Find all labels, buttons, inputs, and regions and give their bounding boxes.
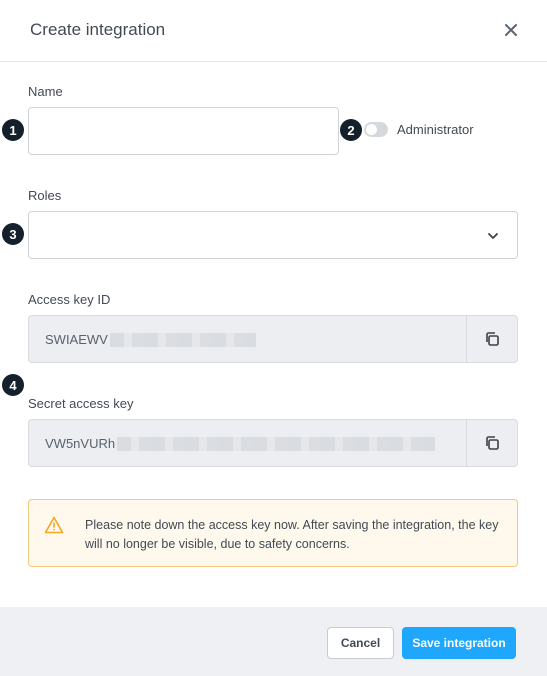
redacted-block xyxy=(117,436,436,451)
warning-text: Please note down the access key now. Aft… xyxy=(85,518,499,551)
roles-label: Roles xyxy=(28,188,62,203)
warning-triangle-icon xyxy=(44,516,64,534)
close-icon xyxy=(505,24,517,36)
save-integration-button[interactable]: Save integration xyxy=(402,627,516,659)
access-key-value: SWIAEWV xyxy=(45,332,256,347)
secret-key-label: Secret access key xyxy=(28,396,134,411)
name-input[interactable] xyxy=(28,107,339,155)
cancel-button[interactable]: Cancel xyxy=(327,627,394,659)
secret-key-text: VW5nVURh xyxy=(45,436,116,451)
copy-icon xyxy=(486,436,499,450)
access-key-field[interactable]: SWIAEWV xyxy=(28,315,518,363)
name-label: Name xyxy=(28,84,63,99)
redacted-block xyxy=(109,332,256,347)
access-key-label: Access key ID xyxy=(28,292,111,307)
secret-key-value: VW5nVURh xyxy=(45,436,436,451)
toggle-knob xyxy=(366,124,377,135)
dialog-header: Create integration xyxy=(0,0,547,62)
warning-callout: Please note down the access key now. Aft… xyxy=(28,499,518,567)
copy-access-key-button[interactable] xyxy=(466,316,517,362)
close-button[interactable] xyxy=(499,18,523,42)
access-key-text: SWIAEWV xyxy=(45,332,108,347)
step-badge-2: 2 xyxy=(340,119,362,141)
copy-icon xyxy=(486,332,499,346)
step-badge-3: 3 xyxy=(2,223,24,245)
administrator-label: Administrator xyxy=(397,122,474,137)
chevron-down-icon xyxy=(488,233,498,239)
copy-secret-key-button[interactable] xyxy=(466,420,517,466)
dialog-footer: Cancel Save integration xyxy=(0,607,547,676)
step-badge-4: 4 xyxy=(2,374,24,396)
dialog-title: Create integration xyxy=(30,20,166,39)
roles-select[interactable] xyxy=(28,211,518,259)
secret-key-field[interactable]: VW5nVURh xyxy=(28,419,518,467)
step-badge-1: 1 xyxy=(2,119,24,141)
administrator-toggle[interactable] xyxy=(364,122,388,137)
